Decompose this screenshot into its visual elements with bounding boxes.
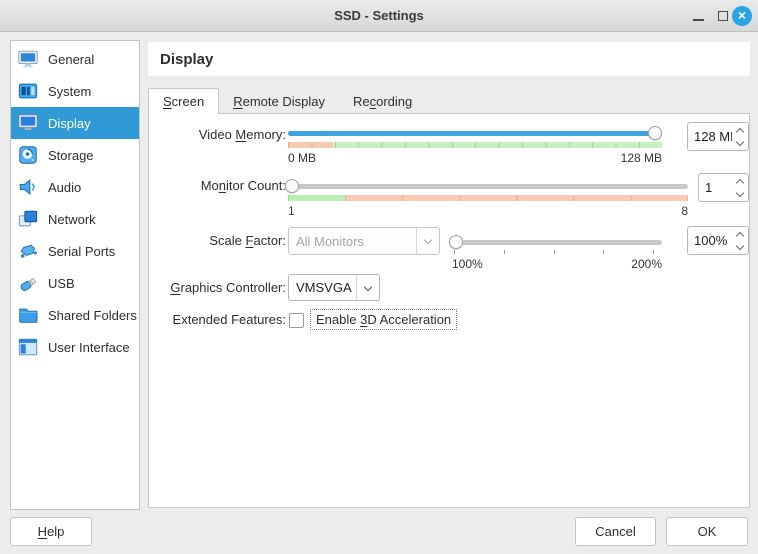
video-memory-spinbox[interactable]: 128 MB: [687, 122, 749, 151]
monitor-count-scale-labels: 1 8: [288, 204, 688, 218]
monitor-count-max-label: 8: [681, 204, 688, 218]
settings-dialog: SSD - Settings × General System Display: [0, 0, 758, 554]
scale-factor-scale-labels: 100% 200%: [452, 257, 662, 271]
scale-factor-label: Scale Factor:: [149, 233, 286, 248]
screen-tab-panel: Video Memory: 0 MB 128 MB 128 MB Monitor…: [148, 113, 750, 508]
monitor-count-scale-strip: [288, 195, 688, 201]
audio-icon: [16, 175, 40, 199]
minimize-icon[interactable]: [693, 19, 704, 21]
video-memory-spin-down-icon[interactable]: [736, 137, 744, 145]
sidebar-item-label: Storage: [48, 148, 94, 163]
tab-recording[interactable]: Recording: [339, 88, 426, 114]
close-icon[interactable]: ×: [732, 6, 752, 26]
video-memory-scale-strip: [288, 142, 662, 148]
sidebar-item-usb[interactable]: USB: [11, 267, 139, 299]
video-memory-value[interactable]: 128 MB: [688, 129, 732, 144]
display-icon: [16, 111, 40, 135]
monitor-count-label: Monitor Count:: [149, 178, 286, 193]
extended-features-label: Extended Features:: [149, 312, 286, 327]
graphics-controller-label: Graphics Controller:: [149, 280, 286, 295]
help-button[interactable]: Help: [10, 517, 92, 546]
scale-factor-ticks: [454, 250, 654, 254]
monitor-count-slider[interactable]: [288, 184, 688, 189]
sidebar-item-label: User Interface: [48, 340, 130, 355]
video-memory-spin-up-icon[interactable]: [736, 127, 744, 135]
video-memory-slider[interactable]: [288, 131, 662, 136]
scale-factor-slider[interactable]: [452, 240, 662, 245]
monitor-count-spin-down-icon[interactable]: [736, 188, 744, 196]
sidebar-item-network[interactable]: Network: [11, 203, 139, 235]
monitor-count-spin-up-icon[interactable]: [736, 178, 744, 186]
sidebar-item-user-interface[interactable]: User Interface: [11, 331, 139, 363]
video-memory-slider-handle[interactable]: [648, 126, 662, 140]
sidebar-item-label: Display: [48, 116, 91, 131]
settings-sidebar: General System Display Storage Audio: [10, 40, 140, 510]
scale-factor-spin-down-icon[interactable]: [736, 241, 744, 249]
video-memory-max-label: 128 MB: [621, 151, 662, 165]
sidebar-item-storage[interactable]: Storage: [11, 139, 139, 171]
network-icon: [16, 207, 40, 231]
sidebar-item-serial-ports[interactable]: Serial Ports: [11, 235, 139, 267]
serial-port-icon: [16, 239, 40, 263]
scale-factor-min-label: 100%: [452, 257, 483, 271]
sidebar-item-label: Audio: [48, 180, 81, 195]
sidebar-item-label: System: [48, 84, 91, 99]
scale-factor-max-label: 200%: [631, 257, 662, 271]
sidebar-item-label: General: [48, 52, 94, 67]
sidebar-item-label: USB: [48, 276, 75, 291]
chevron-down-icon: [424, 236, 432, 244]
sidebar-item-shared-folders[interactable]: Shared Folders: [11, 299, 139, 331]
scale-factor-value[interactable]: 100%: [688, 233, 732, 248]
sidebar-item-audio[interactable]: Audio: [11, 171, 139, 203]
enable-3d-acceleration-checkbox[interactable]: [289, 313, 304, 328]
monitor-count-slider-handle[interactable]: [285, 179, 299, 193]
sidebar-item-label: Serial Ports: [48, 244, 115, 259]
general-icon: [16, 47, 40, 71]
tab-screen[interactable]: Screen: [148, 88, 219, 114]
folder-icon: [16, 303, 40, 327]
window-title: SSD - Settings: [0, 0, 758, 31]
sidebar-item-system[interactable]: System: [11, 75, 139, 107]
cancel-button[interactable]: Cancel: [575, 517, 656, 546]
scale-factor-slider-handle[interactable]: [449, 235, 463, 249]
sidebar-item-general[interactable]: General: [11, 43, 139, 75]
titlebar: SSD - Settings ×: [0, 0, 758, 32]
monitor-count-value[interactable]: 1: [699, 180, 732, 195]
enable-3d-acceleration-checkbox-label[interactable]: Enable 3D Acceleration: [310, 309, 457, 330]
video-memory-label: Video Memory:: [149, 127, 286, 142]
scale-factor-monitor-select[interactable]: All Monitors: [288, 227, 440, 255]
monitor-count-min-label: 1: [288, 204, 295, 218]
graphics-controller-value: VMSVGA: [289, 280, 356, 295]
sidebar-item-display[interactable]: Display: [11, 107, 139, 139]
tab-remote-display[interactable]: Remote Display: [219, 88, 339, 114]
scale-factor-spinbox[interactable]: 100%: [687, 226, 749, 255]
sidebar-item-label: Shared Folders: [48, 308, 137, 323]
usb-icon: [16, 271, 40, 295]
user-interface-icon: [16, 335, 40, 359]
monitor-count-spinbox[interactable]: 1: [698, 173, 749, 202]
graphics-controller-select[interactable]: VMSVGA: [288, 274, 380, 301]
system-icon: [16, 79, 40, 103]
ok-button[interactable]: OK: [666, 517, 748, 546]
display-tabbar: Screen Remote Display Recording: [148, 88, 426, 114]
sidebar-item-label: Network: [48, 212, 96, 227]
scale-factor-monitor-value: All Monitors: [289, 234, 416, 249]
video-memory-min-label: 0 MB: [288, 151, 316, 165]
scale-factor-spin-up-icon[interactable]: [736, 231, 744, 239]
chevron-down-icon: [364, 282, 372, 290]
page-title: Display: [148, 42, 750, 76]
video-memory-scale-labels: 0 MB 128 MB: [288, 151, 662, 165]
storage-icon: [16, 143, 40, 167]
maximize-icon[interactable]: [718, 11, 728, 21]
